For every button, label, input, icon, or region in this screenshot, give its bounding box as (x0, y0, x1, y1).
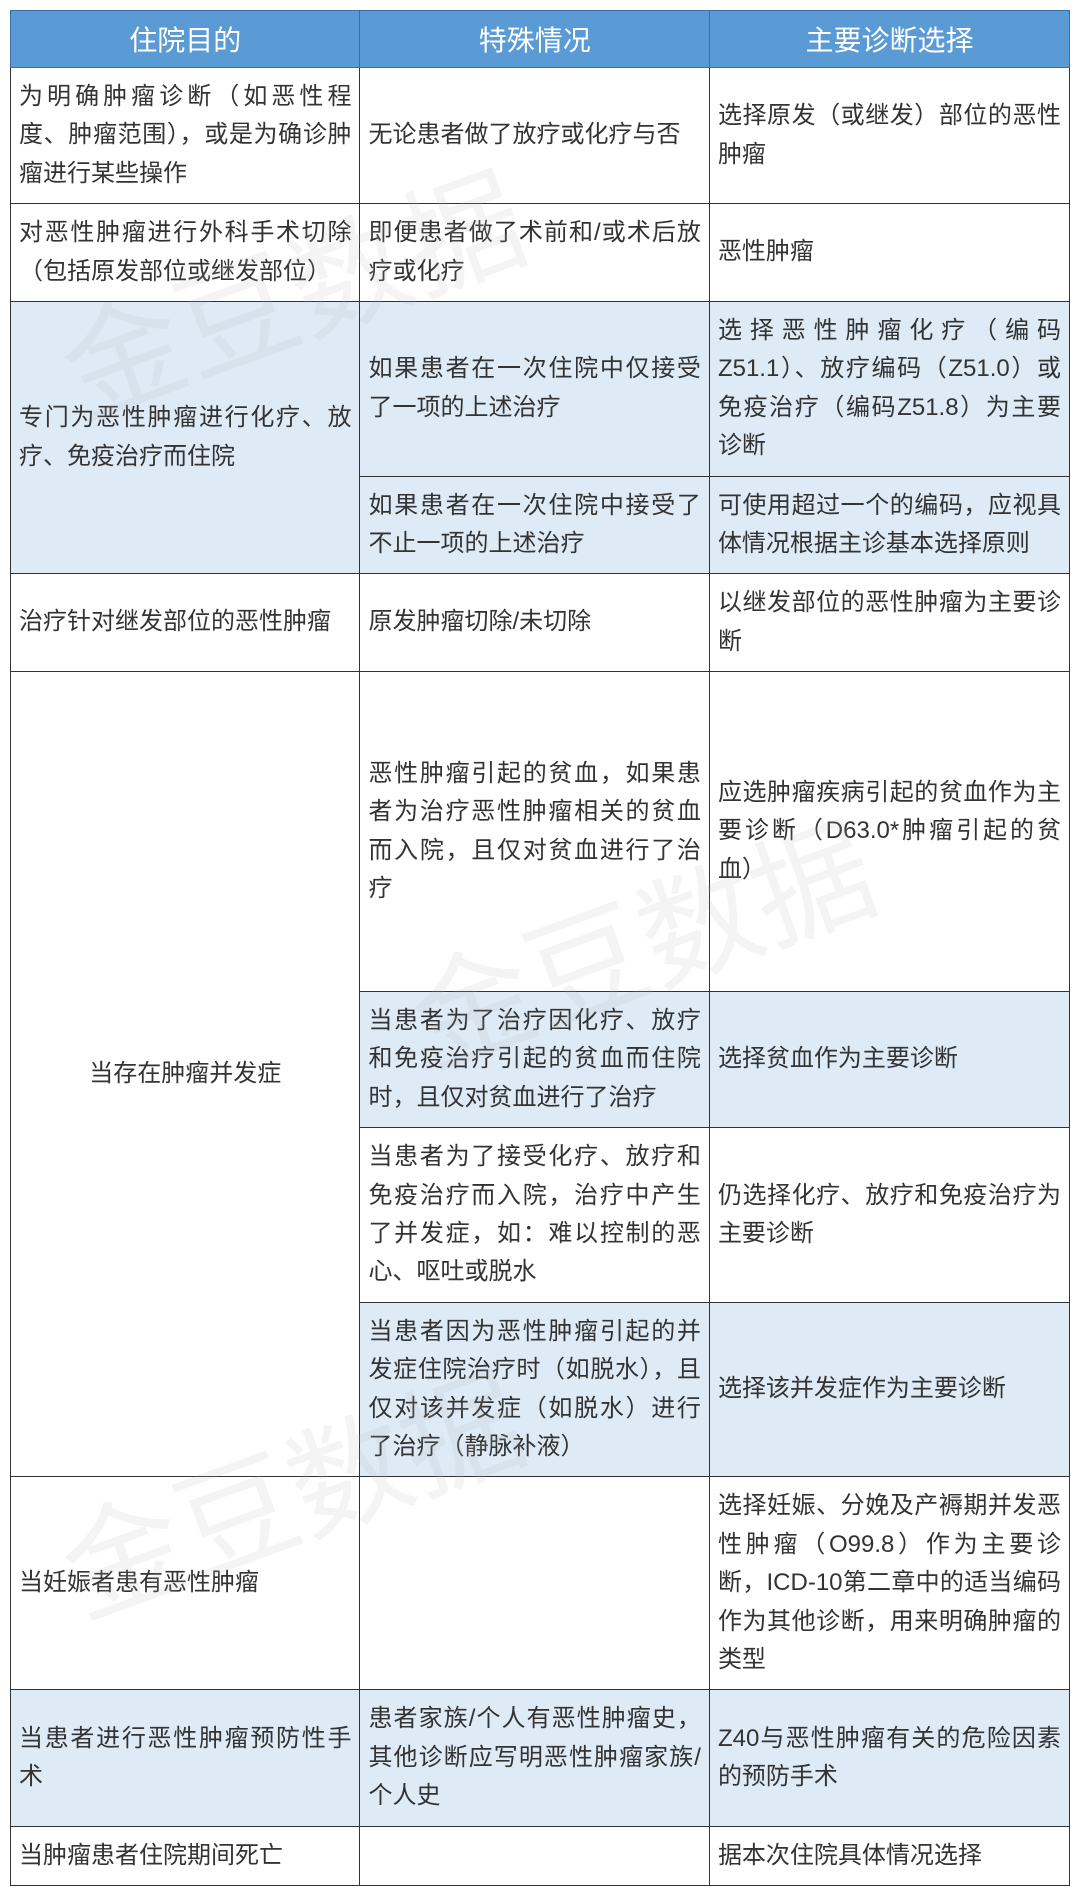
cell-diagnosis: 可使用超过一个的编码，应视具体情况根据主诊基本选择原则 (709, 476, 1069, 574)
cell-condition: 当患者为了治疗因化疗、放疗和免疫治疗引起的贫血而住院时，且仅对贫血进行了治疗 (360, 992, 709, 1128)
diagnosis-table: 住院目的 特殊情况 主要诊断选择 为明确肿瘤诊断（如恶性程度、肿瘤范围），或是为… (10, 10, 1070, 1886)
table-row: 当存在肿瘤并发症 恶性肿瘤引起的贫血，如果患者为治疗恶性肿瘤相关的贫血而入院，且… (11, 672, 1070, 992)
cell-condition: 如果患者在一次住院中仅接受了一项的上述治疗 (360, 301, 709, 476)
cell-diagnosis: 选择该并发症作为主要诊断 (709, 1302, 1069, 1477)
cell-condition: 无论患者做了放疗或化疗与否 (360, 68, 709, 204)
cell-condition: 即便患者做了术前和/或术后放疗或化疗 (360, 204, 709, 302)
cell-purpose: 当存在肿瘤并发症 (11, 672, 360, 1477)
cell-purpose: 当肿瘤患者住院期间死亡 (11, 1826, 360, 1885)
cell-condition: 当患者为了接受化疗、放疗和免疫治疗而入院，治疗中产生了并发症，如：难以控制的恶心… (360, 1128, 709, 1303)
table-row: 当肿瘤患者住院期间死亡 据本次住院具体情况选择 (11, 1826, 1070, 1885)
cell-condition: 如果患者在一次住院中接受了不止一项的上述治疗 (360, 476, 709, 574)
cell-purpose: 为明确肿瘤诊断（如恶性程度、肿瘤范围），或是为确诊肿瘤进行某些操作 (11, 68, 360, 204)
cell-diagnosis: 选择贫血作为主要诊断 (709, 992, 1069, 1128)
header-purpose: 住院目的 (11, 11, 360, 68)
table-row: 对恶性肿瘤进行外科手术切除（包括原发部位或继发部位） 即便患者做了术前和/或术后… (11, 204, 1070, 302)
cell-diagnosis: 应选肿瘤疾病引起的贫血作为主要诊断（D63.0*肿瘤引起的贫血） (709, 672, 1069, 992)
cell-diagnosis: 选择妊娠、分娩及产褥期并发恶性肿瘤（O99.8）作为主要诊断，ICD-10第二章… (709, 1477, 1069, 1690)
table-header-row: 住院目的 特殊情况 主要诊断选择 (11, 11, 1070, 68)
cell-condition: 原发肿瘤切除/未切除 (360, 574, 709, 672)
cell-diagnosis: 以继发部位的恶性肿瘤为主要诊断 (709, 574, 1069, 672)
cell-diagnosis: 选择恶性肿瘤化疗（编码Z51.1）、放疗编码（Z51.0）或免疫治疗（编码Z51… (709, 301, 1069, 476)
cell-diagnosis: 据本次住院具体情况选择 (709, 1826, 1069, 1885)
table-row: 治疗针对继发部位的恶性肿瘤 原发肿瘤切除/未切除 以继发部位的恶性肿瘤为主要诊断 (11, 574, 1070, 672)
cell-diagnosis: 仍选择化疗、放疗和免疫治疗为主要诊断 (709, 1128, 1069, 1303)
cell-condition: 当患者因为恶性肿瘤引起的并发症住院治疗时（如脱水），且仅对该并发症（如脱水）进行… (360, 1302, 709, 1477)
header-condition: 特殊情况 (360, 11, 709, 68)
cell-purpose: 治疗针对继发部位的恶性肿瘤 (11, 574, 360, 672)
table-row: 专门为恶性肿瘤进行化疗、放疗、免疫治疗而住院 如果患者在一次住院中仅接受了一项的… (11, 301, 1070, 476)
cell-diagnosis: 恶性肿瘤 (709, 204, 1069, 302)
cell-condition (360, 1477, 709, 1690)
cell-purpose: 专门为恶性肿瘤进行化疗、放疗、免疫治疗而住院 (11, 301, 360, 573)
cell-purpose: 对恶性肿瘤进行外科手术切除（包括原发部位或继发部位） (11, 204, 360, 302)
table-row: 为明确肿瘤诊断（如恶性程度、肿瘤范围），或是为确诊肿瘤进行某些操作 无论患者做了… (11, 68, 1070, 204)
cell-diagnosis: 选择原发（或继发）部位的恶性肿瘤 (709, 68, 1069, 204)
cell-purpose: 当妊娠者患有恶性肿瘤 (11, 1477, 360, 1690)
cell-condition: 恶性肿瘤引起的贫血，如果患者为治疗恶性肿瘤相关的贫血而入院，且仅对贫血进行了治疗 (360, 672, 709, 992)
cell-condition (360, 1826, 709, 1885)
header-diagnosis: 主要诊断选择 (709, 11, 1069, 68)
table-row: 当妊娠者患有恶性肿瘤 选择妊娠、分娩及产褥期并发恶性肿瘤（O99.8）作为主要诊… (11, 1477, 1070, 1690)
